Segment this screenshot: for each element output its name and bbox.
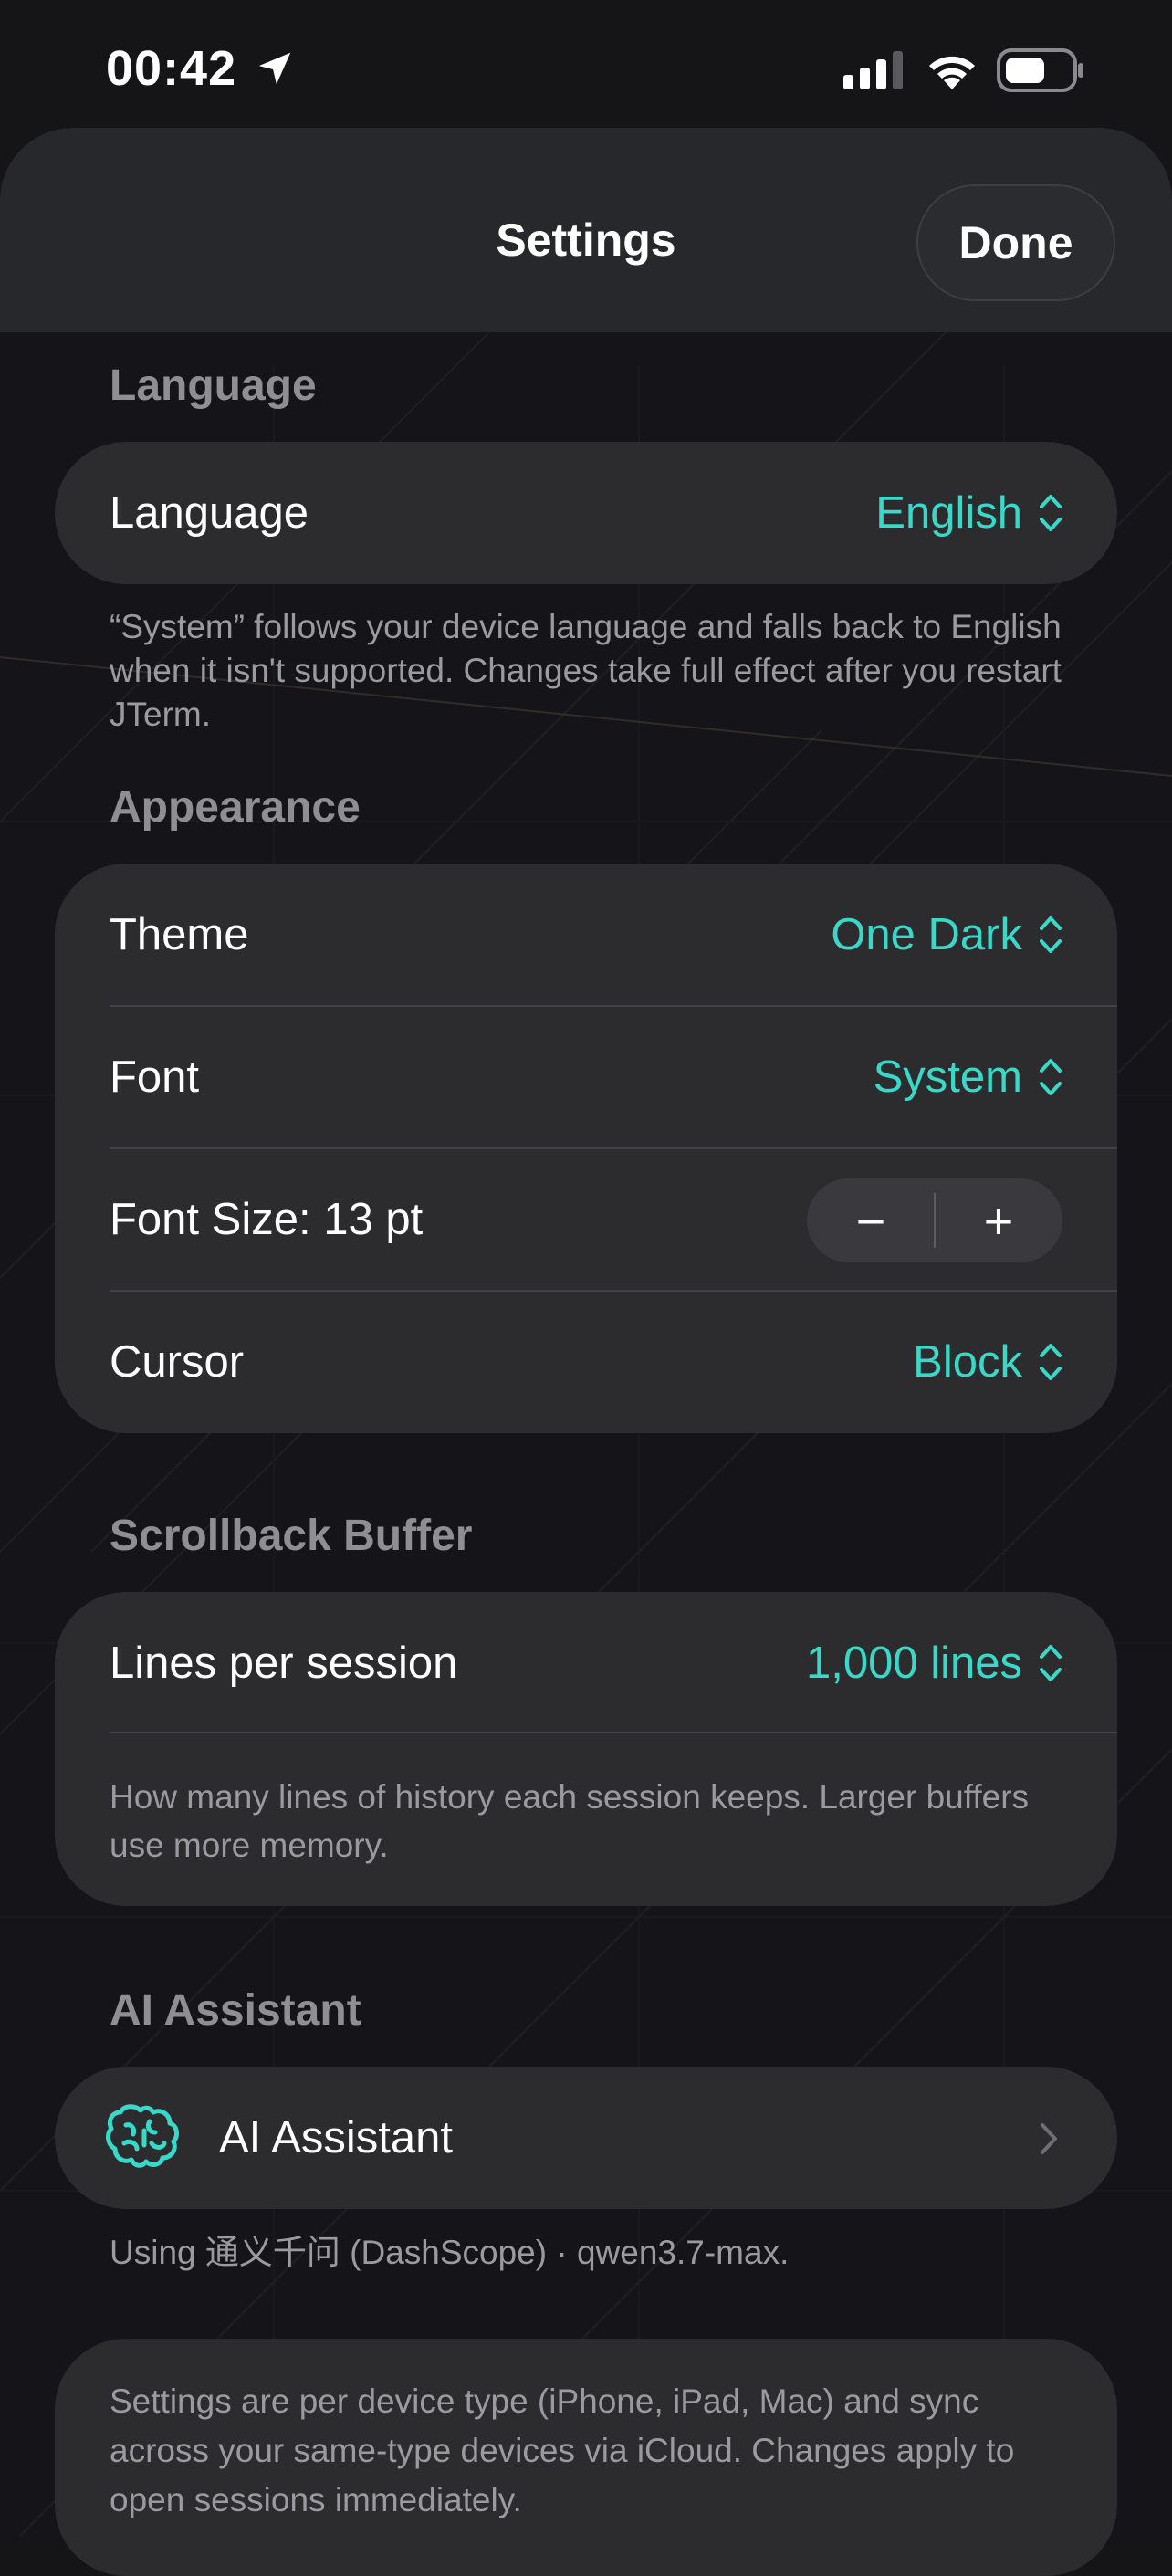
chevron-up-down-icon <box>1040 1059 1062 1095</box>
theme-picker-row[interactable]: Theme One Dark <box>55 864 1117 1006</box>
section-header-language: Language <box>110 361 317 410</box>
chevron-up-down-icon <box>1040 1344 1062 1380</box>
theme-label: Theme <box>110 910 249 959</box>
nav-bar: Settings Done <box>0 128 1172 332</box>
sync-note: Settings are per device type (iPhone, iP… <box>110 2382 1015 2518</box>
font-size-label: Font Size: 13 pt <box>110 1195 424 1244</box>
chevron-up-down-icon <box>1040 495 1062 531</box>
scrollback-note: How many lines of history each session k… <box>110 1778 1030 1864</box>
section-header-appearance: Appearance <box>110 783 361 832</box>
font-picker-row[interactable]: Font System <box>55 1006 1117 1148</box>
settings-content: Language Language English “System” follo… <box>0 0 1172 2576</box>
lines-per-session-label: Lines per session <box>110 1639 458 1688</box>
language-label: Language <box>110 488 309 538</box>
cursor-label: Cursor <box>110 1337 245 1387</box>
lines-value-text: 1,000 lines <box>805 1639 1022 1688</box>
appearance-card: Theme One Dark Font System Font Size: 13… <box>55 864 1117 1433</box>
divider <box>110 1732 1117 1733</box>
font-value[interactable]: System <box>874 1052 1062 1103</box>
cursor-value-text: Block <box>913 1337 1022 1387</box>
language-card: Language English <box>55 442 1117 584</box>
ai-card: AI Assistant <box>55 2067 1117 2209</box>
status-bar: 00:42 <box>0 0 1172 137</box>
font-size-row: Font Size: 13 pt − + <box>55 1148 1117 1291</box>
increment-button[interactable]: + <box>935 1178 1062 1262</box>
battery-icon <box>997 48 1083 92</box>
language-footnote: “System” follows your device language an… <box>110 608 1062 733</box>
brain-icon <box>106 2104 179 2168</box>
cursor-value[interactable]: Block <box>913 1336 1062 1387</box>
lines-per-session-row[interactable]: Lines per session 1,000 lines <box>55 1592 1117 1734</box>
decrement-button[interactable]: − <box>807 1178 935 1262</box>
section-header-ai: AI Assistant <box>110 1986 361 2035</box>
theme-value-text: One Dark <box>831 910 1022 959</box>
ai-assistant-label: AI Assistant <box>219 2113 454 2162</box>
chevron-right-icon <box>1041 2123 1057 2154</box>
done-button[interactable]: Done <box>916 184 1115 301</box>
location-arrow-icon <box>258 52 291 85</box>
font-value-text: System <box>873 1052 1022 1102</box>
chevron-up-down-icon <box>1040 916 1062 953</box>
chevron-up-down-icon <box>1040 1645 1062 1681</box>
language-picker-row[interactable]: Language English <box>55 442 1117 584</box>
sync-note-card: Settings are per device type (iPhone, iP… <box>55 2339 1117 2576</box>
ai-assistant-row[interactable]: AI Assistant <box>55 2067 1117 2209</box>
status-time: 00:42 <box>106 41 237 96</box>
font-label: Font <box>110 1052 200 1102</box>
section-header-scrollback: Scrollback Buffer <box>110 1512 473 1560</box>
cellular-signal-icon <box>843 51 903 89</box>
cursor-picker-row[interactable]: Cursor Block <box>55 1291 1117 1433</box>
wifi-icon <box>929 56 975 89</box>
language-value[interactable]: English <box>875 487 1062 539</box>
theme-value[interactable]: One Dark <box>831 909 1062 960</box>
ai-footnote: Using 通义千问 (DashScope) · qwen3.7-max. <box>110 2234 790 2271</box>
font-size-stepper: − + <box>807 1178 1062 1262</box>
lines-per-session-value[interactable]: 1,000 lines <box>806 1638 1062 1689</box>
scrollback-card: Lines per session 1,000 lines How many l… <box>55 1592 1117 1906</box>
language-value-text: English <box>875 488 1022 538</box>
